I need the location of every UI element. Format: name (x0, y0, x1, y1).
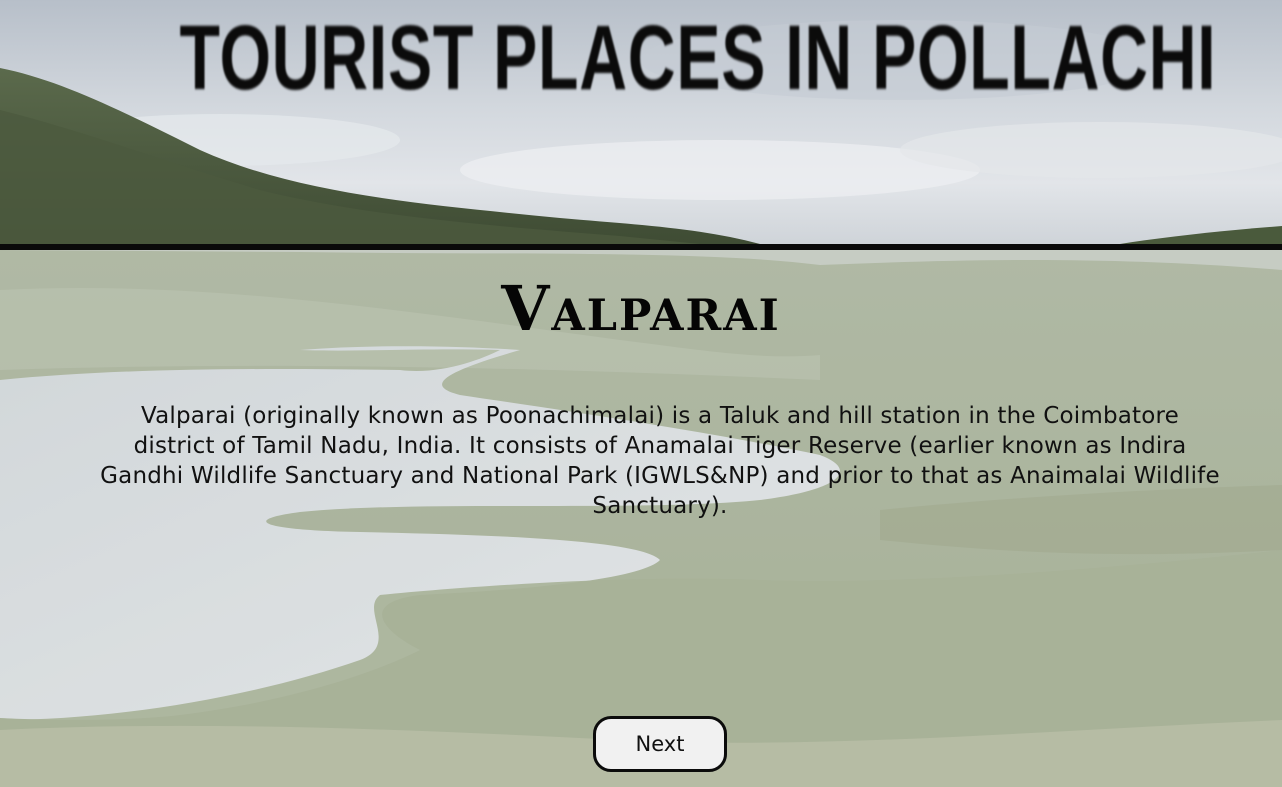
page: TOURIST PLACES IN POLLACHI Valparai Valp… (0, 0, 1282, 787)
site-title: TOURIST PLACES IN POLLACHI (179, 7, 1217, 109)
place-description: Valparai (originally known as Poonachima… (100, 403, 1220, 519)
place-title: Valparai (501, 272, 781, 345)
next-button[interactable]: Next (593, 716, 727, 772)
header-banner: TOURIST PLACES IN POLLACHI (0, 0, 1282, 244)
place-section: Valparai Valparai (originally known as P… (0, 250, 1282, 787)
